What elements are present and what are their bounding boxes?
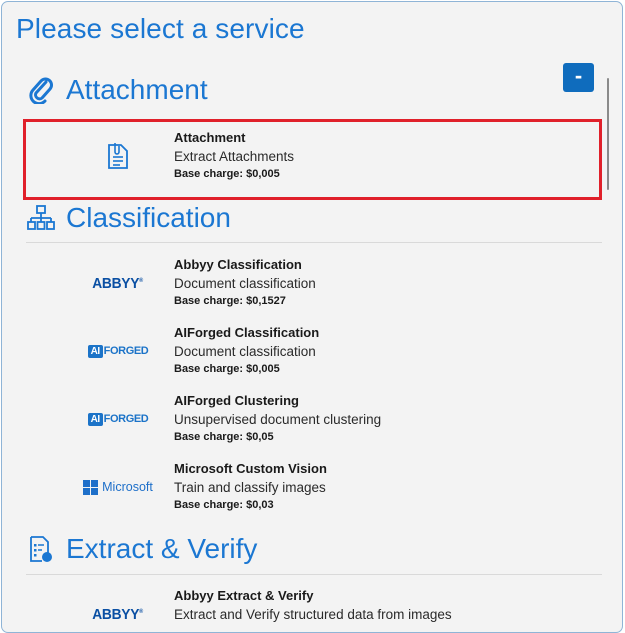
- service-item-aiforged-clustering[interactable]: AI FORGED AIForged Clustering Unsupervise…: [26, 386, 602, 452]
- service-description: Extract and Verify structured data from …: [174, 607, 452, 622]
- section-title: Extract & Verify: [66, 533, 258, 564]
- section-title: Attachment: [66, 74, 208, 105]
- service-charge: Base charge: $0,005: [174, 363, 280, 375]
- service-description: Document classification: [174, 276, 316, 291]
- aiforged-logo: AI FORGED: [78, 396, 158, 442]
- section-header-attachment[interactable]: Attachment: [26, 70, 208, 110]
- service-name: Abbyy Classification: [174, 257, 302, 272]
- service-name: Microsoft Custom Vision: [174, 461, 327, 476]
- abbyy-logo: ABBYY®: [92, 274, 144, 292]
- service-picker-panel: Please select a service - Attachment Att…: [1, 1, 623, 633]
- service-charge: Base charge: $0,05: [174, 431, 274, 443]
- aiforged-logo: AI FORGED: [78, 328, 158, 374]
- scrollbar[interactable]: [607, 78, 609, 190]
- service-description: Document classification: [174, 344, 316, 359]
- service-charge: Base charge: $0,1527: [174, 295, 286, 307]
- service-item-microsoft-custom-vision[interactable]: Microsoft Microsoft Custom Vision Train …: [26, 454, 602, 520]
- paperclip-icon: [26, 75, 56, 105]
- page-title: Please select a service: [16, 13, 305, 44]
- selection-highlight: [23, 119, 602, 200]
- service-item-abbyy-classification[interactable]: ABBYY® Abbyy Classification Document cla…: [26, 250, 602, 316]
- document-list-icon: [26, 534, 56, 564]
- abbyy-logo: ABBYY®: [92, 605, 144, 623]
- section-header-classification[interactable]: Classification: [26, 198, 231, 238]
- service-charge: Base charge: $0,03: [174, 499, 274, 511]
- service-description: Train and classify images: [174, 480, 326, 495]
- service-name: AIForged Classification: [174, 325, 320, 340]
- collapse-button[interactable]: -: [563, 63, 594, 92]
- service-name: AIForged Clustering: [174, 393, 299, 408]
- section-header-extract-verify[interactable]: Extract & Verify: [26, 529, 257, 569]
- section-title: Classification: [66, 202, 231, 233]
- service-description: Unsupervised document clustering: [174, 412, 382, 427]
- microsoft-logo: Microsoft: [78, 464, 158, 510]
- section-divider: [26, 242, 602, 243]
- hierarchy-icon: [26, 203, 56, 233]
- service-item-aiforged-classification[interactable]: AI FORGED AIForged Classification Documen…: [26, 318, 602, 384]
- service-name: Abbyy Extract & Verify: [174, 588, 314, 603]
- section-divider: [26, 574, 602, 575]
- service-item-abbyy-extract-verify[interactable]: ABBYY® Abbyy Extract & Verify Extract an…: [26, 581, 602, 632]
